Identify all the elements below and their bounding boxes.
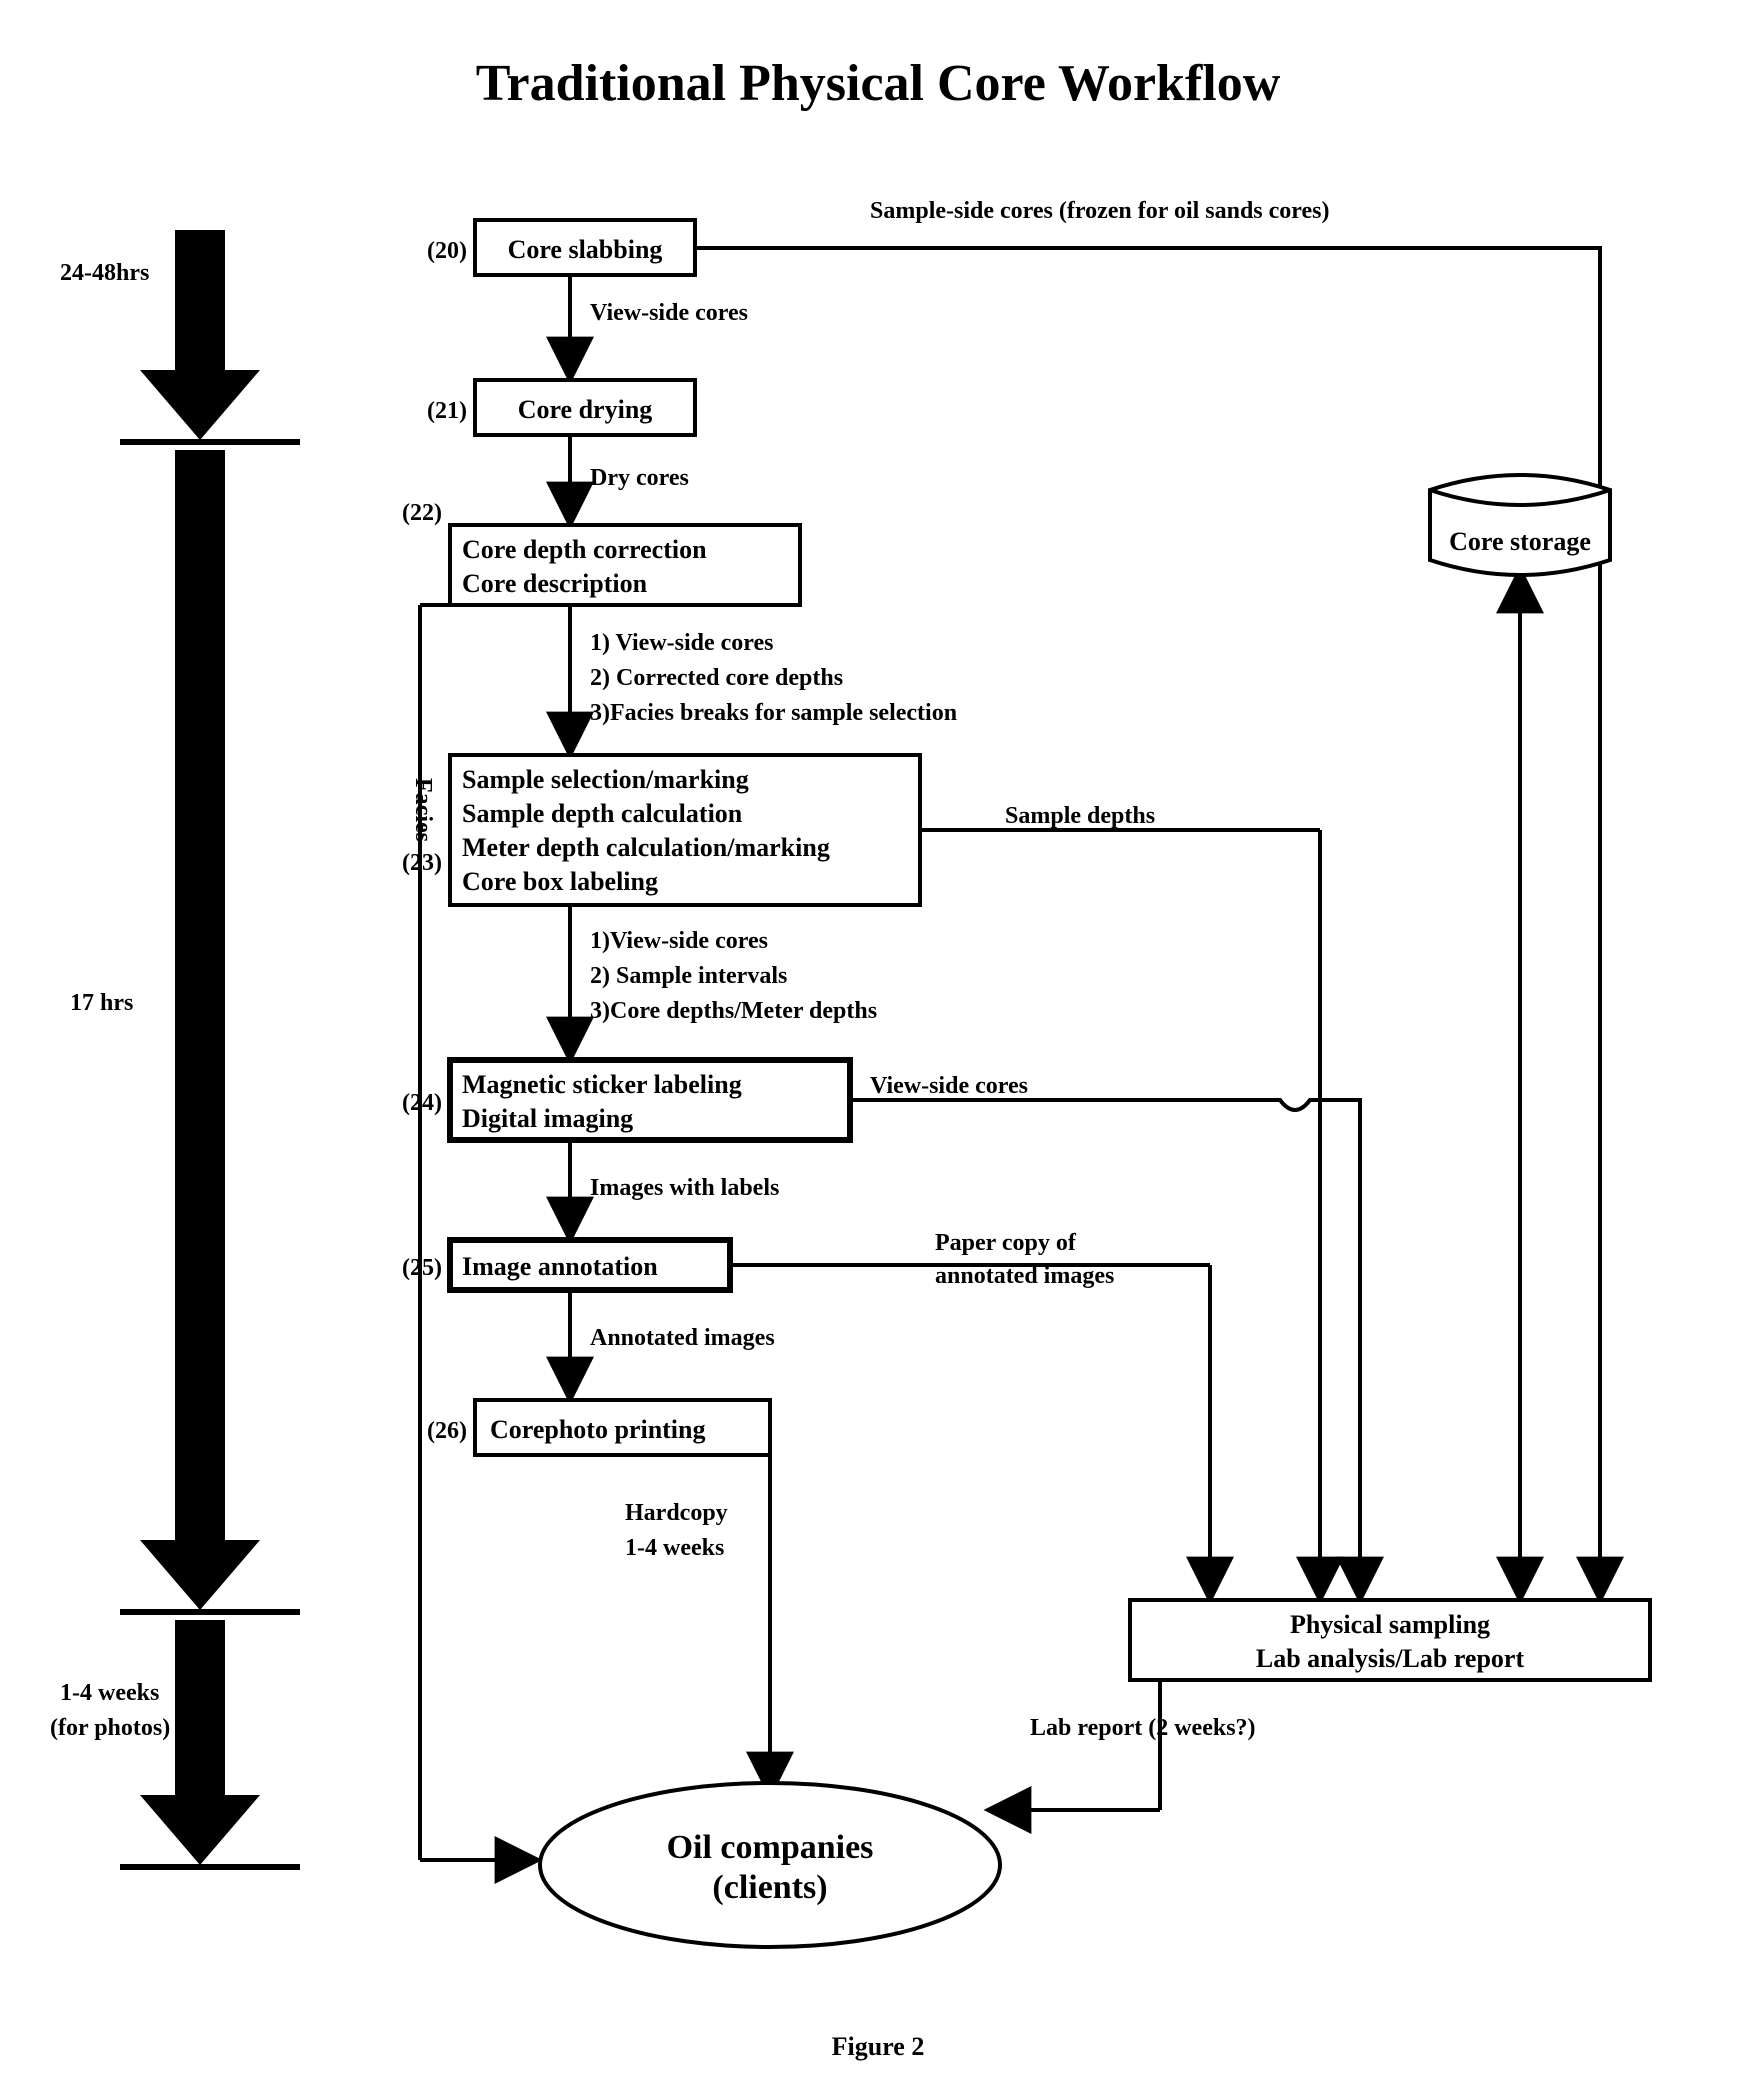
- node-20-label: Core slabbing: [508, 235, 663, 264]
- timeline: 24-48hrs 17 hrs 1-4 weeks (for photos): [50, 230, 300, 1867]
- edge-25-right-2: annotated images: [935, 1263, 1114, 1289]
- figure-label: Figure 2: [832, 2032, 925, 2061]
- node-lab-label-1: Physical sampling: [1290, 1610, 1490, 1639]
- node-22-label-2: Core description: [462, 569, 648, 598]
- edge-sample-side-cores: Sample-side cores (frozen for oil sands …: [870, 198, 1330, 224]
- node-20-ref: (20): [427, 238, 467, 264]
- edge-25-26: Annotated images: [590, 1325, 775, 1351]
- edge-21-22: Dry cores: [590, 465, 689, 491]
- node-21-ref: (21): [427, 398, 467, 424]
- timeline-phase2-arrow: [120, 450, 300, 1612]
- node-26-corephoto-printing: Corephoto printing (26): [427, 1400, 770, 1455]
- node-22-core-depth-correction: Core depth correction Core description (…: [402, 500, 800, 605]
- node-23-sample-selection: Sample selection/marking Sample depth ca…: [402, 755, 920, 905]
- diagram-title: Traditional Physical Core Workflow: [476, 55, 1281, 112]
- timeline-phase3-arrow: [120, 1620, 300, 1867]
- edge-lab-oval: Lab report (2 weeks?): [1030, 1715, 1256, 1741]
- node-lab-label-2: Lab analysis/Lab report: [1256, 1644, 1525, 1673]
- edge-26-oval-2: 1-4 weeks: [625, 1535, 724, 1561]
- edge-22-23-1: 1) View-side cores: [590, 630, 774, 656]
- node-oil-companies-label-1: Oil companies: [667, 1829, 874, 1866]
- node-23-label-2: Sample depth calculation: [462, 799, 743, 828]
- node-26-label: Corephoto printing: [490, 1415, 706, 1444]
- facies-label: Facies: [410, 778, 436, 842]
- node-26-ref: (26): [427, 1418, 467, 1444]
- edge-23-24-3: 3)Core depths/Meter depths: [590, 998, 877, 1024]
- node-lab: Physical sampling Lab analysis/Lab repor…: [1130, 1600, 1650, 1680]
- node-23-ref: (23): [402, 850, 442, 876]
- node-22-label-1: Core depth correction: [462, 535, 707, 564]
- node-24-label-1: Magnetic sticker labeling: [462, 1070, 742, 1099]
- node-core-storage-label: Core storage: [1449, 527, 1591, 556]
- node-23-label-1: Sample selection/marking: [462, 765, 749, 794]
- edge-26-oval-1: Hardcopy: [625, 1500, 728, 1526]
- node-24-magnetic-sticker: Magnetic sticker labeling Digital imagin…: [402, 1060, 850, 1140]
- edge-24-25: Images with labels: [590, 1175, 779, 1201]
- timeline-phase3-label-b: (for photos): [50, 1715, 170, 1741]
- node-23-label-4: Core box labeling: [462, 867, 658, 896]
- edge-24-right: View-side cores: [870, 1073, 1028, 1099]
- edge-20-21: View-side cores: [590, 300, 748, 326]
- node-25-image-annotation: Image annotation (25): [402, 1240, 730, 1290]
- edge-22-23-3: 3)Facies breaks for sample selection: [590, 700, 957, 726]
- edge-22-23-2: 2) Corrected core depths: [590, 665, 843, 691]
- edge-25-right-1: Paper copy of: [935, 1230, 1077, 1256]
- edge-23-24-1: 1)View-side cores: [590, 928, 768, 954]
- node-23-label-3: Meter depth calculation/marking: [462, 833, 830, 862]
- node-25-label: Image annotation: [462, 1252, 658, 1281]
- node-25-ref: (25): [402, 1255, 442, 1281]
- timeline-phase2-label: 17 hrs: [70, 990, 133, 1016]
- timeline-phase3-label-a: 1-4 weeks: [60, 1680, 159, 1706]
- node-24-ref: (24): [402, 1090, 442, 1116]
- workflow-diagram: Traditional Physical Core Workflow 24-48…: [0, 0, 1756, 2093]
- node-21-label: Core drying: [518, 395, 653, 424]
- node-oil-companies-label-2: (clients): [712, 1869, 827, 1906]
- node-22-ref: (22): [402, 500, 442, 526]
- node-20-core-slabbing: Core slabbing (20): [427, 220, 695, 275]
- edge-23-right: Sample depths: [1005, 803, 1155, 829]
- node-21-core-drying: Core drying (21): [427, 380, 695, 435]
- node-24-label-2: Digital imaging: [462, 1104, 633, 1133]
- timeline-phase1-label: 24-48hrs: [60, 260, 149, 286]
- node-core-storage: Core storage: [1430, 475, 1610, 575]
- node-oil-companies: Oil companies (clients): [540, 1783, 1000, 1947]
- edge-23-24-2: 2) Sample intervals: [590, 963, 787, 989]
